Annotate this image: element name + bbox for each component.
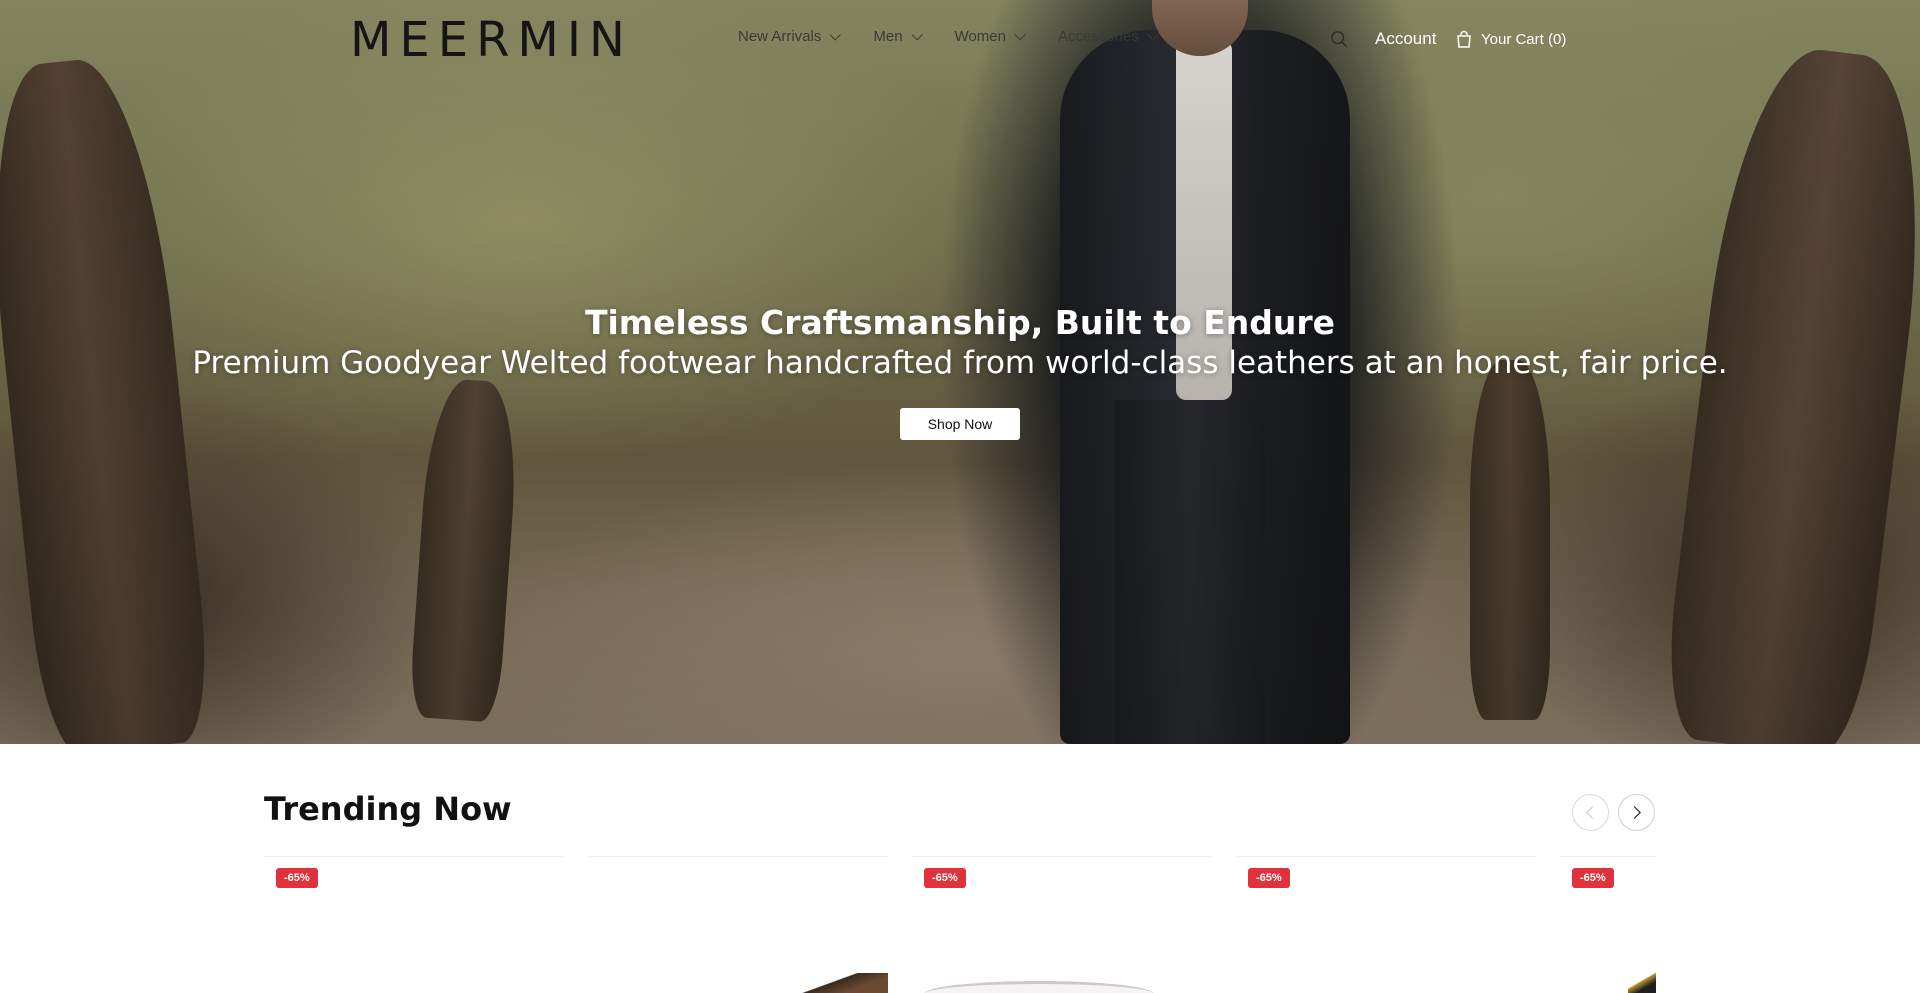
discount-badge: -65% [276, 868, 318, 888]
discount-badge: -65% [1572, 868, 1614, 888]
product-card[interactable]: -65% [1236, 856, 1536, 993]
product-card[interactable]: -65% [264, 856, 564, 993]
menu-item-label: Men [873, 28, 903, 45]
cart-label: Your Cart (0) [1481, 30, 1567, 48]
product-card[interactable]: -65% [912, 856, 1212, 993]
olive-tree-trunk [0, 53, 216, 744]
product-carousel: -65% -65% -65% -65% [264, 856, 1656, 993]
chevron-down-icon [911, 28, 923, 41]
product-image [798, 973, 888, 993]
search-icon[interactable] [1330, 30, 1348, 48]
cart-link[interactable]: Your Cart (0) [1456, 30, 1566, 48]
menu-item-label: New Arrivals [738, 28, 822, 45]
chevron-down-icon [829, 28, 842, 41]
discount-badge: -65% [1248, 868, 1290, 888]
hero-subtitle: Premium Goodyear Welted footwear handcra… [192, 345, 1728, 381]
menu-item-men[interactable]: Men [873, 28, 923, 45]
brand-logo[interactable]: MEERMIN [350, 16, 633, 64]
cart-bag-icon [1457, 30, 1471, 48]
menu-item-accessories[interactable]: Accessories [1057, 28, 1159, 45]
menu-item-new-arrivals[interactable]: New Arrivals [738, 28, 842, 45]
account-link[interactable]: Account [1375, 29, 1436, 49]
carousel-next-button[interactable] [1618, 794, 1655, 831]
model-trousers [1115, 400, 1265, 744]
menu-item-label: Accessories [1057, 28, 1139, 45]
chevron-down-icon [1147, 28, 1159, 41]
product-card[interactable] [588, 856, 888, 993]
hero-title: Timeless Craftsmanship, Built to Endure [584, 303, 1336, 342]
main-menu: New Arrivals Men Women Accessories [738, 28, 1191, 45]
chevron-down-icon [1014, 28, 1026, 41]
model-suit [1060, 30, 1350, 744]
section-title-trending: Trending Now [264, 790, 512, 828]
product-card[interactable]: -65% [1560, 856, 1656, 993]
site-header: MEERMIN New Arrivals Men Women Accessori… [0, 0, 1920, 80]
arrow-right-icon [1628, 806, 1641, 819]
olive-tree-trunk [1658, 40, 1920, 744]
arrow-left-icon [1586, 806, 1599, 819]
olive-tree-trunk [1470, 360, 1550, 720]
shop-now-button[interactable]: Shop Now [900, 408, 1020, 440]
discount-badge: -65% [924, 868, 966, 888]
olive-tree-trunk [408, 377, 522, 723]
product-image [924, 981, 1154, 993]
menu-item-women[interactable]: Women [954, 28, 1026, 45]
carousel-prev-button[interactable] [1572, 794, 1609, 831]
product-image [1628, 971, 1656, 993]
menu-item-label: Women [954, 28, 1006, 45]
